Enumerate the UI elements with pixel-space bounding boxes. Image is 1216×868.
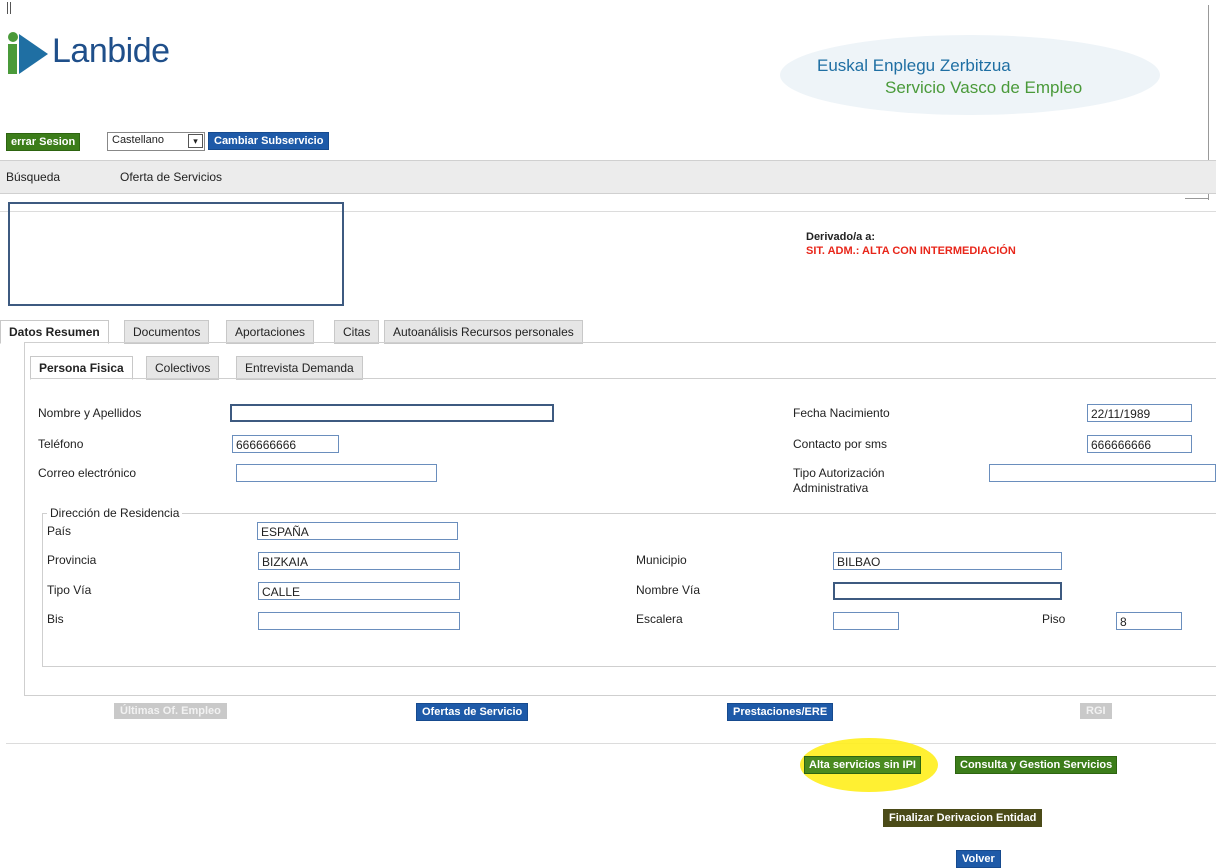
cambiar-subservicio-button[interactable]: Cambiar Subservicio — [208, 132, 330, 150]
edge-mark — [7, 2, 8, 14]
tab-aportaciones[interactable]: Aportaciones — [226, 320, 315, 344]
actions-divider — [6, 743, 1216, 744]
nombre-field[interactable] — [230, 404, 554, 422]
pais-label: País — [47, 524, 72, 538]
cerrar-sesion-button[interactable]: errar Sesion — [6, 133, 81, 151]
brand-line-1: Euskal Enplegu Zerbitzua — [817, 56, 1011, 75]
nav-item-oferta-servicios[interactable]: Oferta de Servicios — [120, 170, 222, 184]
tab-citas[interactable]: Citas — [334, 320, 380, 344]
piso-label: Piso — [1042, 612, 1066, 626]
escalera-label: Escalera — [636, 612, 683, 626]
tab-datos-resumen[interactable]: Datos Resumen — [0, 320, 109, 344]
piso-field[interactable]: 8 — [1116, 612, 1182, 630]
photo-frame — [8, 202, 344, 306]
correo-label: Correo electrónico — [38, 466, 137, 480]
direccion-legend: Dirección de Residencia — [47, 506, 183, 520]
subtab-colectivos[interactable]: Colectivos — [146, 356, 220, 380]
autorizacion-label-1: Tipo Autorización — [793, 466, 885, 480]
ultimas-ofertas-empleo-button[interactable]: Últimas Of. Empleo — [114, 703, 227, 719]
autorizacion-label-2: Administrativa — [793, 481, 869, 495]
escalera-field[interactable] — [833, 612, 899, 630]
tab-documentos[interactable]: Documentos — [124, 320, 210, 344]
situacion-administrativa: SIT. ADM.: ALTA CON INTERMEDIACIÓN — [806, 245, 1016, 257]
edge-mark — [10, 2, 11, 14]
municipio-field[interactable]: BILBAO — [833, 552, 1062, 570]
finalizar-derivacion-entidad-button[interactable]: Finalizar Derivacion Entidad — [883, 809, 1043, 827]
language-select-value: Castellano — [112, 134, 164, 146]
main-tabs: Datos Resumen Documentos Aportaciones Ci… — [0, 320, 630, 344]
rgi-button[interactable]: RGI — [1080, 703, 1112, 719]
logo: Lanbide — [8, 30, 208, 80]
logo-text: Lanbide — [52, 32, 170, 70]
nombre-label: Nombre y Apellidos — [38, 406, 142, 420]
nav-bar: Búsqueda Oferta de Servicios — [0, 160, 1216, 194]
tab-autoanalisis[interactable]: Autoanálisis Recursos personales — [384, 320, 583, 344]
correo-field[interactable] — [236, 464, 437, 482]
fecha-nacimiento-field[interactable]: 22/11/1989 — [1087, 404, 1192, 422]
tipo-via-field[interactable]: CALLE — [258, 582, 460, 600]
provincia-label: Provincia — [47, 553, 97, 567]
subtab-entrevista-demanda[interactable]: Entrevista Demanda — [236, 356, 363, 380]
municipio-label: Municipio — [636, 553, 687, 567]
prestaciones-ere-button[interactable]: Prestaciones/ERE — [727, 703, 834, 721]
subtab-divider — [30, 378, 1216, 379]
subtab-persona-fisica[interactable]: Persona Fisica — [30, 356, 133, 380]
chevron-down-icon: ▾ — [188, 134, 203, 148]
fecha-nacimiento-label: Fecha Nacimiento — [793, 406, 890, 420]
brand-line-2: Servicio Vasco de Empleo — [885, 78, 1083, 97]
autorizacion-field[interactable] — [989, 464, 1216, 482]
contacto-sms-label: Contacto por sms — [793, 437, 888, 451]
nombre-via-field[interactable] — [833, 582, 1062, 600]
nav-item-busqueda[interactable]: Búsqueda — [6, 170, 60, 184]
right-edge-cap — [1185, 198, 1209, 199]
provincia-field[interactable]: BIZKAIA — [258, 552, 460, 570]
ofertas-de-servicio-button[interactable]: Ofertas de Servicio — [416, 703, 529, 721]
telefono-field[interactable]: 666666666 — [232, 435, 339, 453]
telefono-label: Teléfono — [38, 437, 84, 451]
bis-label: Bis — [47, 612, 64, 626]
pais-field[interactable]: ESPAÑA — [257, 522, 458, 540]
nombre-via-label: Nombre Vía — [636, 583, 701, 597]
alta-servicios-sin-ipi-button[interactable]: Alta servicios sin IPI — [804, 756, 921, 774]
consulta-gestion-servicios-button[interactable]: Consulta y Gestion Servicios — [955, 756, 1118, 774]
tipo-via-label: Tipo Vía — [47, 583, 92, 597]
contacto-sms-field[interactable]: 666666666 — [1087, 435, 1192, 453]
bis-field[interactable] — [258, 612, 460, 630]
language-select[interactable]: Castellano ▾ — [107, 132, 205, 151]
lanbide-logo-icon — [8, 32, 48, 74]
volver-button[interactable]: Volver — [956, 850, 1001, 868]
derivado-label: Derivado/a a: — [806, 231, 876, 243]
